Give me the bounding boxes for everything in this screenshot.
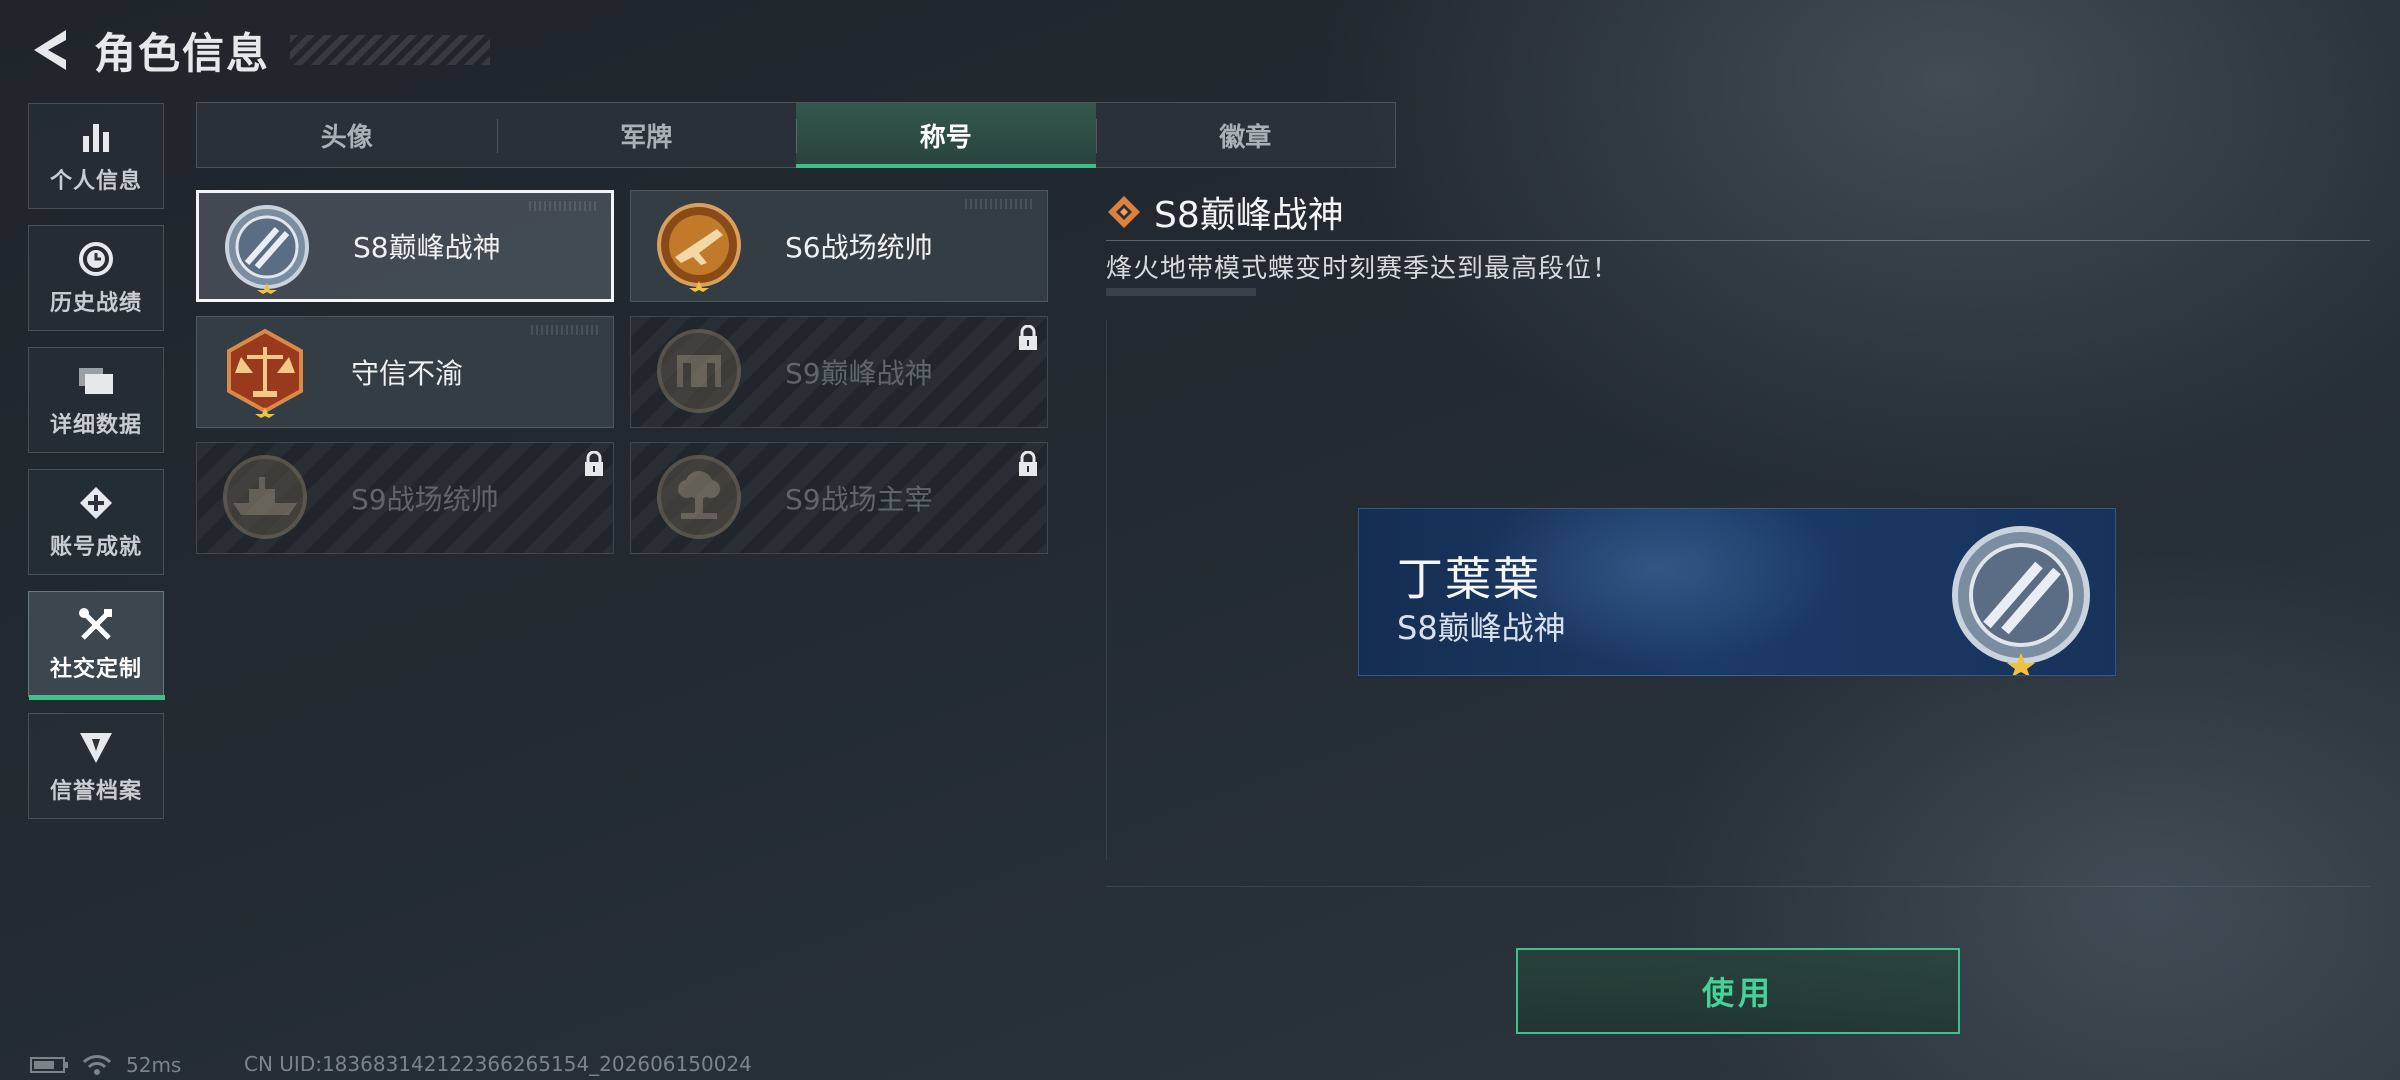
- title-card-s8-peak-god[interactable]: S8巅峰战神: [196, 190, 614, 302]
- sidebar-item-achievements[interactable]: 账号成就: [28, 469, 164, 575]
- title-card-s9-dominator[interactable]: S9战场主宰: [630, 442, 1048, 554]
- diamond-icon: [1108, 196, 1140, 228]
- detail-description: 烽火地带模式蝶变时刻赛季达到最高段位！: [1106, 254, 1620, 284]
- title-card-keep-faith[interactable]: 守信不渝: [196, 316, 614, 428]
- title-card-s6-commander[interactable]: S6战场统帅: [630, 190, 1048, 302]
- sidebar-item-label: 详细数据: [49, 413, 142, 438]
- title-card-s9-commander[interactable]: S9战场统帅: [196, 442, 614, 554]
- lock-icon: [585, 451, 603, 476]
- folder-icon: [76, 361, 116, 401]
- header: 角色信息: [28, 20, 491, 80]
- card-decoration: [529, 201, 599, 211]
- wings-medal-icon: [1952, 526, 2090, 675]
- achievement-icon: [76, 483, 116, 523]
- clock-icon: [76, 239, 116, 279]
- sidebar-item-personal-info[interactable]: 个人信息: [28, 103, 164, 209]
- uid-text: CN UID:1836831421223662651​54_2026061500…: [244, 1052, 752, 1076]
- detail-decoration: [1106, 288, 1256, 296]
- card-decoration: [965, 199, 1035, 209]
- title-decoration: [290, 35, 491, 65]
- battery-icon: [30, 1057, 68, 1073]
- tab-dog-tag[interactable]: 军牌: [496, 103, 797, 167]
- card-decoration: [531, 325, 601, 335]
- preview-frame-line: [1106, 886, 2370, 887]
- sidebar-item-history[interactable]: 历史战绩: [28, 225, 164, 331]
- explosion-medal-icon: [657, 455, 741, 539]
- sidebar-item-label: 历史战绩: [49, 291, 142, 316]
- warship-medal-icon: [223, 455, 307, 539]
- wings-medal-icon: [225, 205, 309, 295]
- title-name: S9战场统帅: [351, 483, 499, 516]
- name-plate-preview: 丁葉葉 S8巅峰战神: [1358, 508, 2116, 676]
- sidebar-item-label: 社交定制: [49, 657, 142, 682]
- wifi-icon: [82, 1055, 112, 1075]
- page-title: 角色信息: [94, 28, 271, 78]
- sidebar-item-label: 个人信息: [49, 169, 142, 194]
- fortress-medal-icon: [657, 329, 741, 413]
- title-name: S9巅峰战神: [785, 357, 933, 390]
- tab-title[interactable]: 称号: [796, 103, 1096, 168]
- divider: [1106, 240, 2370, 241]
- status-bar: 52ms: [30, 1052, 181, 1078]
- detail-header: S8巅峰战神: [1106, 190, 1344, 236]
- title-card-s9-peak-god[interactable]: S9巅峰战神: [630, 316, 1048, 428]
- back-arrow-icon[interactable]: [28, 26, 72, 74]
- detail-title: S8巅峰战神: [1154, 195, 1344, 236]
- sidebar-item-label: 账号成就: [49, 535, 142, 560]
- sidebar-item-credibility[interactable]: 信誉档案: [28, 713, 164, 819]
- lock-icon: [1019, 451, 1037, 476]
- preview-title: S8巅峰战神: [1397, 609, 1566, 647]
- player-name: 丁葉葉: [1397, 552, 1541, 606]
- tab-badge[interactable]: 徽章: [1095, 103, 1396, 167]
- sidebar-item-label: 信誉档案: [49, 779, 142, 804]
- tab-avatar[interactable]: 头像: [197, 103, 497, 167]
- active-indicator: [29, 695, 165, 700]
- use-button-label: 使用: [1701, 974, 1774, 1012]
- credibility-icon: [76, 727, 116, 767]
- use-button[interactable]: 使用: [1516, 948, 1960, 1034]
- title-name: S9战场主宰: [785, 483, 933, 516]
- preview-frame-line: [1106, 320, 1107, 860]
- lock-icon: [1019, 325, 1037, 350]
- sidebar-item-social-custom[interactable]: 社交定制: [28, 591, 165, 700]
- tools-icon: [76, 605, 116, 645]
- scales-medal-icon: [227, 328, 303, 419]
- title-name: 守信不渝: [351, 357, 464, 390]
- sidebar-item-detailed-data[interactable]: 详细数据: [28, 347, 164, 453]
- ping-text: 52ms: [126, 1053, 182, 1077]
- jet-medal-icon: [657, 203, 741, 293]
- title-name: S6战场统帅: [785, 231, 933, 264]
- bar-chart-icon: [76, 117, 116, 157]
- title-name: S8巅峰战神: [353, 231, 501, 264]
- category-tabs: 头像 军牌 称号 徽章: [196, 102, 1396, 168]
